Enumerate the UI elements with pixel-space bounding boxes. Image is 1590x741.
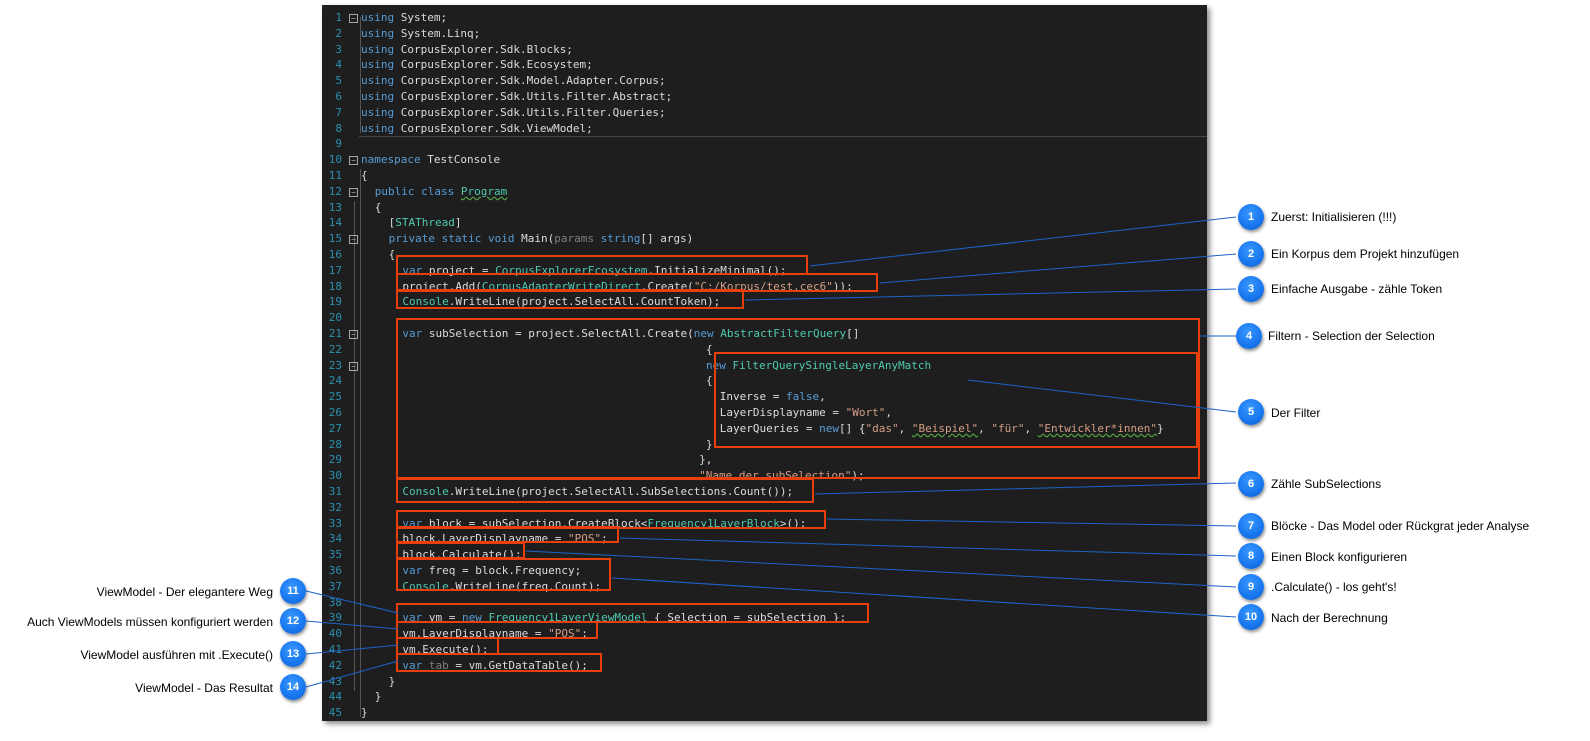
callout-label-9: .Calculate() - los geht's!: [1271, 580, 1397, 594]
callout-label-13: ViewModel ausführen mit .Execute(): [80, 648, 273, 662]
callout-label-5: Der Filter: [1271, 406, 1321, 420]
callout-label-2: Ein Korpus dem Projekt hinzufügen: [1271, 247, 1460, 261]
callout-badge-7: 7: [1238, 513, 1264, 539]
callout-badge-8: 8: [1238, 543, 1264, 569]
callout-badge-14: 14: [280, 674, 306, 700]
callout-label-1: Zuerst: Initialisieren (!!!): [1271, 210, 1397, 224]
callout-badge-12: 12: [280, 608, 306, 634]
callout-label-7: Blöcke - Das Model oder Rückgrat jeder A…: [1271, 519, 1530, 533]
callout-label-4: Filtern - Selection der Selection: [1268, 329, 1435, 343]
callout-label-14: ViewModel - Das Resultat: [135, 681, 273, 695]
callout-label-3: Einfache Ausgabe - zähle Token: [1271, 282, 1443, 296]
callout-badge-2: 2: [1238, 241, 1264, 267]
callout-badge-11: 11: [280, 578, 306, 604]
callout-badge-1: 1: [1238, 204, 1264, 230]
callout-badge-10: 10: [1238, 604, 1264, 630]
callout-label-12: Auch ViewModels müssen konfiguriert werd…: [27, 615, 273, 629]
callout-label-11: ViewModel - Der elegantere Weg: [96, 585, 273, 599]
callout-badge-6: 6: [1238, 471, 1264, 497]
callout-label-6: Zähle SubSelections: [1271, 477, 1382, 491]
callout-badge-4: 4: [1236, 323, 1262, 349]
callout-badge-9: 9: [1238, 574, 1264, 600]
callout-badge-3: 3: [1238, 276, 1264, 302]
callout-badge-13: 13: [280, 641, 306, 667]
callout-label-8: Einen Block konfigurieren: [1271, 550, 1408, 564]
callout-label-10: Nach der Berechnung: [1271, 611, 1388, 625]
callout-badge-5: 5: [1238, 399, 1264, 425]
